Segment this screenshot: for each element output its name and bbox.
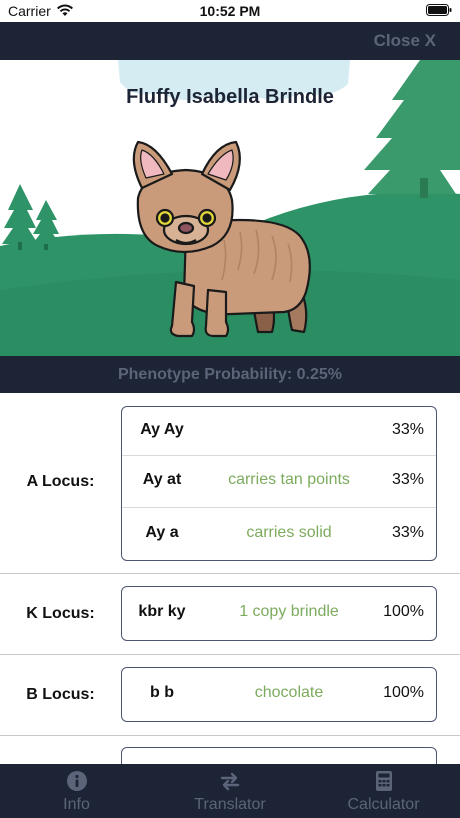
genotype-label: kbr ky	[138, 603, 186, 620]
locus-section-b: B Locus: b b chocolate 100%	[0, 655, 460, 736]
genotype-label: b b	[150, 684, 174, 701]
tab-info[interactable]: Info	[0, 764, 153, 818]
locus-label: A Locus:	[26, 473, 95, 490]
page-title: Fluffy Isabella Brindle	[126, 86, 334, 108]
locus-section-a: A Locus: Ay Ay 33% Ay at carries tan poi…	[0, 393, 460, 574]
percent-label: 100%	[383, 603, 424, 620]
phenotype-label: chocolate	[254, 684, 324, 701]
locus-label: B Locus:	[26, 686, 95, 703]
genotype-card: kbr ky 1 copy brindle 100%	[121, 586, 437, 641]
tab-translator[interactable]: Translator	[153, 764, 307, 818]
hero-illustration: Fluffy Isabella Brindle	[0, 60, 460, 356]
tab-label: Calculator	[347, 796, 420, 813]
phenotype-probability-banner: Phenotype Probability: 0.25%	[0, 356, 460, 393]
genotype-label: Ay Ay	[140, 421, 184, 438]
phenotype-probability-text: Phenotype Probability: 0.25%	[117, 366, 343, 383]
tab-bar: Info Translator Calculator	[0, 764, 460, 818]
nav-bar: Close X	[0, 22, 460, 60]
calculator-icon	[375, 771, 392, 791]
tab-label: Translator	[194, 796, 266, 813]
genotype-card: b b chocolate 100%	[121, 667, 437, 722]
phenotype-label: 1 copy brindle	[239, 603, 339, 620]
tab-calculator[interactable]: Calculator	[307, 764, 460, 818]
percent-label: 100%	[383, 684, 424, 701]
locus-list[interactable]: A Locus: Ay Ay 33% Ay at carries tan poi…	[0, 393, 460, 764]
tab-label: Info	[63, 796, 90, 813]
genotype-card-partial	[121, 747, 437, 764]
genotype-card: Ay Ay 33% Ay at carries tan points 33% A…	[121, 406, 437, 561]
percent-label: 33%	[391, 421, 424, 438]
percent-label: 33%	[391, 471, 424, 488]
locus-label: K Locus:	[26, 605, 95, 622]
genotype-row: kbr ky 1 copy brindle 100%	[122, 587, 436, 639]
genotype-row: b b chocolate 100%	[122, 668, 436, 720]
phenotype-label: carries tan points	[228, 471, 350, 488]
genotype-row: Ay at carries tan points 33%	[122, 456, 436, 508]
close-button[interactable]: Close X	[374, 31, 436, 51]
clock: 10:52 PM	[199, 3, 261, 19]
locus-section-k: K Locus: kbr ky 1 copy brindle 100%	[0, 574, 460, 655]
genotype-row: Ay a carries solid 33%	[122, 508, 436, 559]
genotype-label: Ay at	[142, 471, 182, 488]
battery-icon	[426, 4, 452, 16]
genotype-label: Ay a	[145, 524, 179, 541]
percent-label: 33%	[391, 524, 424, 541]
info-icon	[66, 771, 87, 791]
phenotype-label: carries solid	[246, 524, 332, 541]
status-bar: Carrier 10:52 PM	[0, 0, 460, 22]
genotype-row: Ay Ay 33%	[122, 407, 436, 456]
arrows-swap-icon	[220, 772, 240, 791]
